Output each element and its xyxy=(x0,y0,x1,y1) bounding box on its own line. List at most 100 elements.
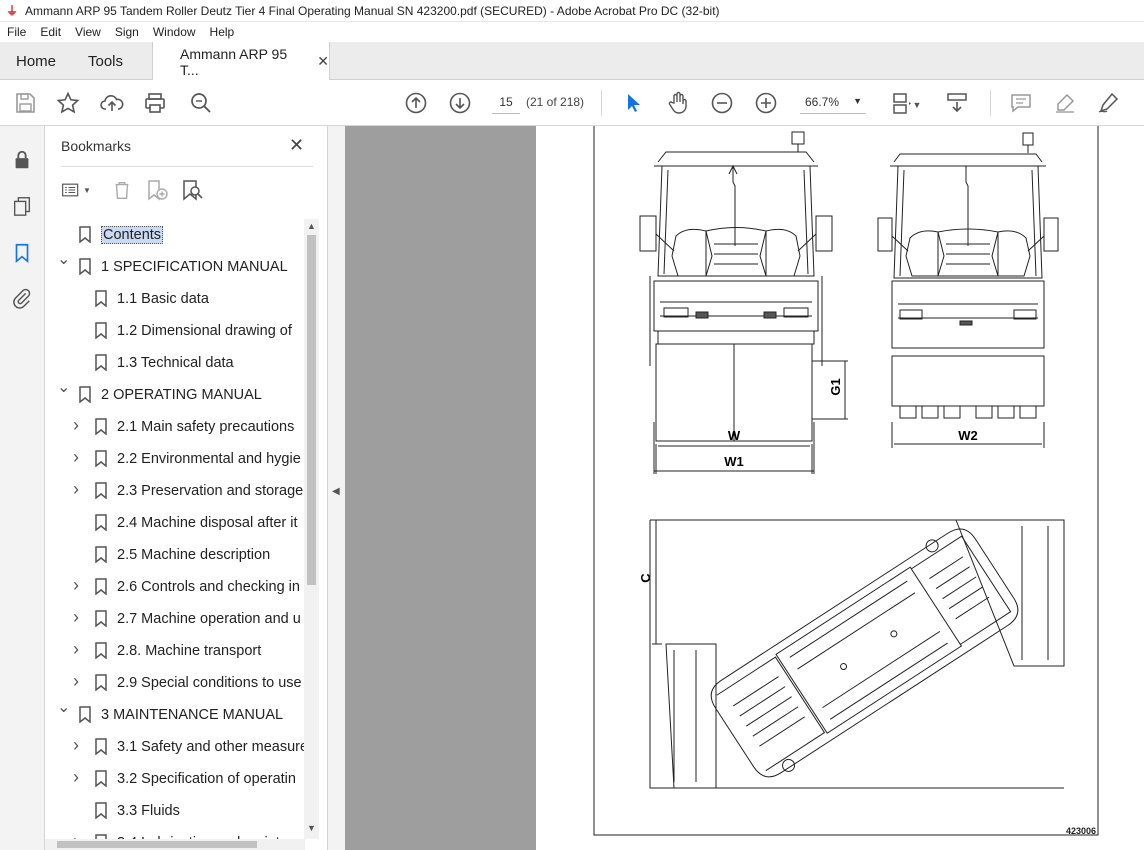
bookmark-item[interactable]: › 2.3 Preservation and storage xyxy=(45,475,305,507)
upload-cloud-icon[interactable] xyxy=(99,90,125,116)
highlight-pen-icon[interactable] xyxy=(1052,90,1078,116)
zoom-select[interactable]: 66.7% ▼ xyxy=(800,90,866,114)
save-icon[interactable] xyxy=(12,90,38,116)
chevron-right-icon[interactable]: › xyxy=(73,671,87,692)
star-icon[interactable] xyxy=(55,90,81,116)
bookmark-item[interactable]: 1.1 Basic data xyxy=(45,283,305,315)
bookmark-icon xyxy=(95,450,107,468)
chevron-down-icon[interactable]: ⌄ xyxy=(57,697,71,717)
tab-home[interactable]: Home xyxy=(16,42,56,80)
previous-page-icon[interactable] xyxy=(403,90,429,116)
scroll-thumb[interactable] xyxy=(307,235,316,585)
bookmark-item[interactable]: ›3.4 Lubrication and maintena xyxy=(45,827,305,839)
bookmark-item[interactable]: › 2.2 Environmental and hygie xyxy=(45,443,305,475)
bookmark-item[interactable]: ⌄ 2 OPERATING MANUAL xyxy=(45,379,305,411)
zoom-out-icon[interactable] xyxy=(709,90,735,116)
add-bookmark-button[interactable] xyxy=(145,178,169,202)
bookmark-item[interactable]: ⌄ 3 MAINTENANCE MANUAL xyxy=(45,699,305,731)
chevron-right-icon[interactable]: › xyxy=(73,479,87,500)
menu-help[interactable]: Help xyxy=(203,25,242,39)
bookmark-label: Contents xyxy=(101,226,164,244)
bookmark-item[interactable]: › 2.6 Controls and checking in xyxy=(45,571,305,603)
menu-edit[interactable]: Edit xyxy=(33,25,68,39)
chevron-right-icon[interactable]: › xyxy=(73,639,87,660)
bookmark-label: 2.5 Machine description xyxy=(117,547,271,563)
hand-tool-icon[interactable] xyxy=(665,90,691,116)
bookmark-icon xyxy=(95,802,107,820)
close-icon[interactable]: ✕ xyxy=(289,135,304,156)
tab-tools[interactable]: Tools xyxy=(88,42,123,80)
page-thumbnails-icon[interactable] xyxy=(10,194,34,218)
page-number-input[interactable]: 15 xyxy=(492,90,520,114)
menu-window[interactable]: Window xyxy=(146,25,203,39)
bookmark-label: 1.1 Basic data xyxy=(117,291,209,307)
bookmark-icon xyxy=(95,578,107,596)
bookmark-item[interactable]: › 3.2 Specification of operatin xyxy=(45,763,305,795)
chevron-right-icon[interactable]: › xyxy=(73,735,87,756)
menu-view[interactable]: View xyxy=(68,25,108,39)
dimension-lines-left xyxy=(653,360,848,474)
horizontal-scrollbar[interactable] xyxy=(45,839,305,850)
bookmark-item[interactable]: 2.5 Machine description xyxy=(45,539,305,571)
title-bar: ⏚ Ammann ARP 95 Tandem Roller Deutz Tier… xyxy=(0,0,1144,22)
zoom-in-icon[interactable] xyxy=(753,90,779,116)
bookmark-item[interactable]: ⌄ 1 SPECIFICATION MANUAL xyxy=(45,251,305,283)
chevron-right-icon[interactable]: › xyxy=(73,607,87,628)
bookmark-item[interactable]: › 2.7 Machine operation and u xyxy=(45,603,305,635)
bookmark-item[interactable]: 1.2 Dimensional drawing of xyxy=(45,315,305,347)
bookmark-icon xyxy=(95,610,107,628)
bookmark-search-icon xyxy=(183,180,203,201)
bookmark-item[interactable]: Contents xyxy=(45,219,305,251)
chevron-down-icon[interactable]: ⌄ xyxy=(57,249,71,269)
select-cursor-icon[interactable] xyxy=(620,90,646,116)
divider xyxy=(61,166,313,167)
options-menu-button[interactable]: ▼ xyxy=(61,178,91,202)
panel-collapse-strip[interactable]: ◀ xyxy=(328,126,345,850)
chevron-right-icon[interactable]: › xyxy=(73,575,87,596)
chevron-right-icon[interactable]: › xyxy=(73,831,87,839)
delete-bookmark-button[interactable] xyxy=(111,178,133,202)
bookmark-label: 3 MAINTENANCE MANUAL xyxy=(101,707,284,723)
bookmark-item[interactable]: 3.3 Fluids xyxy=(45,795,305,827)
close-icon[interactable]: ✕ xyxy=(317,53,329,70)
zoom-value: 66.7% xyxy=(805,94,840,109)
collapse-left-icon[interactable]: ◀ xyxy=(332,486,340,497)
bookmark-icon xyxy=(95,642,107,660)
bookmark-item[interactable]: 1.3 Technical data xyxy=(45,347,305,379)
scroll-thumb[interactable] xyxy=(57,841,257,848)
scroll-up-icon[interactable]: ▲ xyxy=(307,221,316,231)
bookmark-item[interactable]: › 3.1 Safety and other measure xyxy=(45,731,305,763)
bookmark-icon xyxy=(95,482,107,500)
chevron-down-icon[interactable]: ▼ xyxy=(911,92,923,118)
scroll-down-icon[interactable]: ▼ xyxy=(307,823,316,833)
bookmark-label: 1 SPECIFICATION MANUAL xyxy=(101,259,288,275)
next-page-icon[interactable] xyxy=(447,90,473,116)
bookmark-icon xyxy=(95,770,107,788)
attachment-icon[interactable] xyxy=(10,286,34,310)
bookmark-icon[interactable] xyxy=(10,241,34,265)
sign-pen-icon[interactable] xyxy=(1095,90,1121,116)
menu-file[interactable]: File xyxy=(0,25,33,39)
comment-icon[interactable] xyxy=(1008,90,1034,116)
menu-sign[interactable]: Sign xyxy=(108,25,146,39)
chevron-right-icon[interactable]: › xyxy=(73,415,87,436)
chevron-right-icon[interactable]: › xyxy=(73,447,87,468)
zoom-search-icon[interactable] xyxy=(188,90,214,116)
bookmark-item[interactable]: › 2.9 Special conditions to use xyxy=(45,667,305,699)
chevron-right-icon[interactable]: › xyxy=(73,767,87,788)
chevron-down-icon[interactable]: ⌄ xyxy=(57,377,71,397)
scroll-mode-icon[interactable] xyxy=(944,90,970,116)
bookmark-item[interactable]: 2.4 Machine disposal after it xyxy=(45,507,305,539)
trash-icon xyxy=(115,181,129,199)
bookmark-icon xyxy=(95,738,107,756)
find-bookmark-button[interactable] xyxy=(180,178,204,202)
bookmark-item[interactable]: › 2.1 Main safety precautions xyxy=(45,411,305,443)
bookmark-icon xyxy=(95,290,107,308)
lock-icon[interactable] xyxy=(10,148,34,172)
bookmark-scrollbar[interactable]: ▲ ▼ xyxy=(304,219,319,839)
page-count: (21 of 218) xyxy=(526,95,585,109)
tab-document[interactable]: Ammann ARP 95 T... ✕ xyxy=(152,42,330,81)
bookmarks-panel: Bookmarks ✕ ▼ Contents ⌄ 1 SPECIFICATION M… xyxy=(45,126,328,850)
bookmark-item[interactable]: › 2.8. Machine transport xyxy=(45,635,305,667)
print-icon[interactable] xyxy=(142,90,168,116)
